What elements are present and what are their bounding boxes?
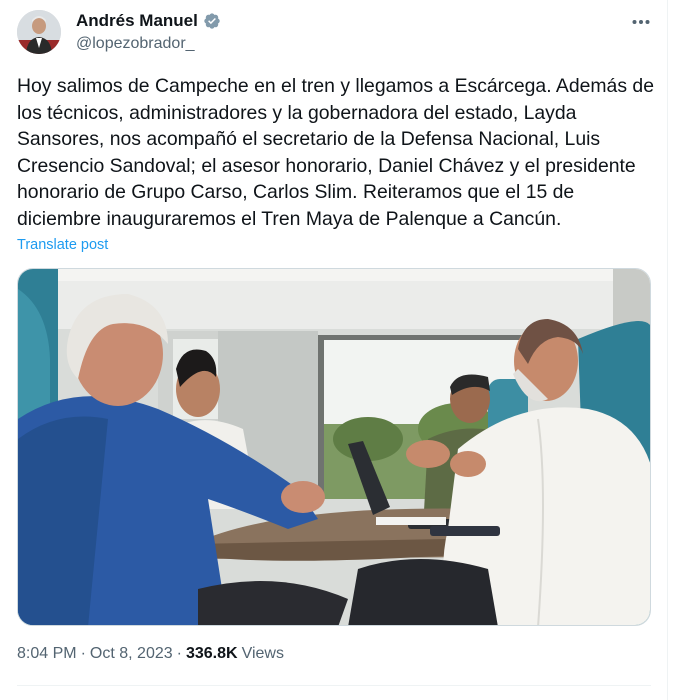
author-handle[interactable]: @lopezobrador_ [76,35,195,53]
tweet-time[interactable]: 8:04 PM [17,645,77,663]
author-avatar[interactable] [17,10,61,54]
meta-separator: · [176,645,182,662]
more-dots-icon [632,20,650,24]
author-name-row[interactable]: Andrés Manuel [76,11,221,31]
views-count: 336.8K [185,645,238,662]
train-meeting-photo [18,269,650,625]
views-label: Views [241,645,284,662]
tweet-text: Hoy salimos de Campeche en el tren y lle… [17,75,654,230]
author-display-name[interactable]: Andrés Manuel [76,11,198,31]
tweet-photo[interactable] [17,268,651,626]
tweet-meta: 8:04 PM · Oct 8, 2023 · 336.8K Views [17,645,284,663]
more-options-button[interactable] [630,12,652,32]
translate-post-link[interactable]: Translate post [17,237,108,253]
avatar-photo [17,10,61,54]
divider [17,685,651,686]
meta-separator: · [80,645,86,662]
tweet-date[interactable]: Oct 8, 2023 [90,645,173,663]
verified-badge-icon [204,13,220,29]
timeline-border [667,0,668,700]
